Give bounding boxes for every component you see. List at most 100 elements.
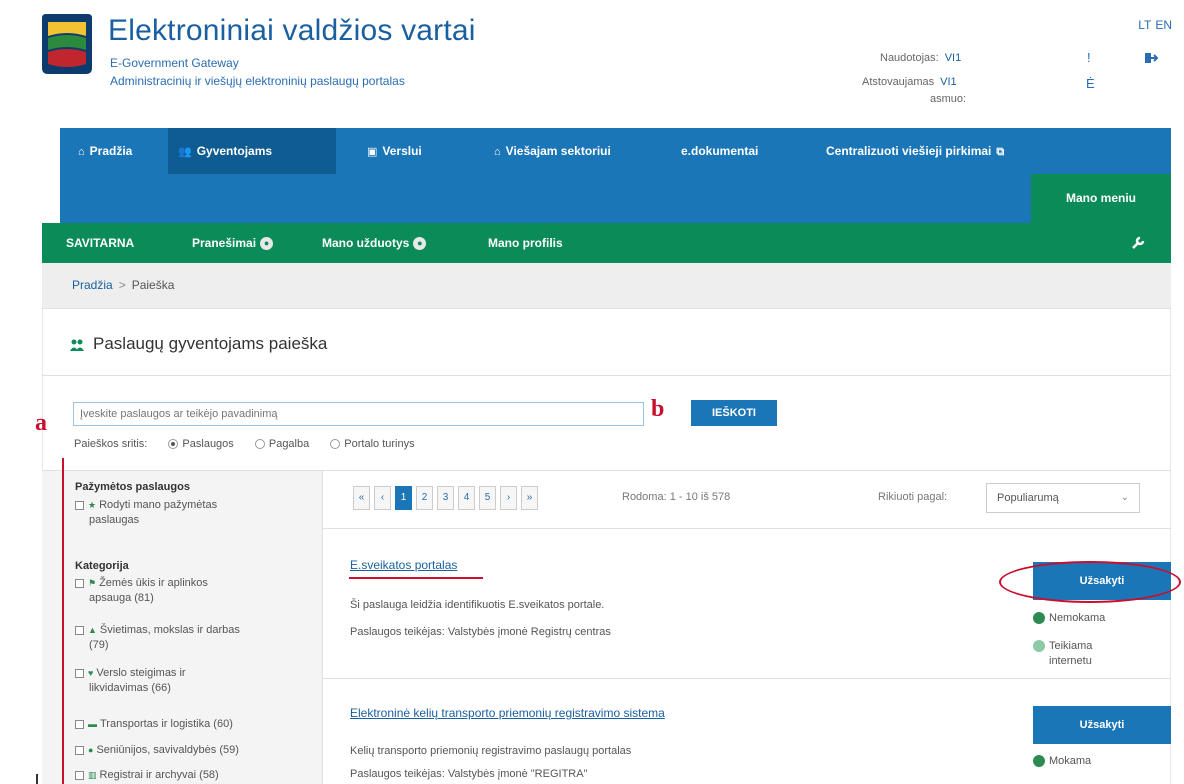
filter-marked-services[interactable]: ★ Rodyti mano pažymėtas paslaugas bbox=[75, 498, 305, 528]
page-prev[interactable]: ‹ bbox=[374, 486, 391, 510]
page-1[interactable]: 1 bbox=[395, 486, 412, 510]
nav-viesajam-sektoriui[interactable]: ⌂ Viešajam sektoriui bbox=[484, 128, 621, 174]
breadcrumb-home[interactable]: Pradžia bbox=[72, 278, 113, 292]
category-item[interactable]: ▬ Transportas ir logistika (60) bbox=[75, 717, 305, 732]
business-icon: ♥ bbox=[88, 668, 94, 678]
flag-icon: ⚑ bbox=[88, 578, 97, 588]
count-badge: ● bbox=[260, 237, 274, 251]
page-last[interactable]: » bbox=[521, 486, 538, 510]
nav-centralizuoti-pirkimai[interactable]: Centralizuoti viešieji pirkimai ⧉ bbox=[816, 128, 1019, 174]
paid-icon bbox=[1033, 755, 1045, 768]
site-subtitle-en: E-Government Gateway bbox=[110, 56, 239, 70]
chevron-down-icon: ⌄ bbox=[1120, 492, 1129, 503]
checkbox[interactable] bbox=[75, 578, 84, 588]
checkbox[interactable] bbox=[75, 625, 84, 635]
annotation-ellipse bbox=[999, 561, 1181, 603]
category-item[interactable]: ▥ Registrai ir archyvai (58) bbox=[75, 768, 305, 783]
nav-pradzia[interactable]: ⌂ Pradžia bbox=[68, 128, 142, 174]
result-provider: Paslaugos teikėjas: Valstybės įmonė Regi… bbox=[350, 626, 611, 638]
page-4[interactable]: 4 bbox=[458, 486, 475, 510]
result-provider: Paslaugos teikėjas: Valstybės įmonė "REG… bbox=[350, 768, 588, 780]
annotation-underline bbox=[349, 577, 483, 579]
lang-lt[interactable]: LT bbox=[1138, 18, 1151, 32]
count-badge: ● bbox=[413, 237, 427, 251]
graduation-cap-icon: ▲ bbox=[88, 625, 97, 635]
result-title[interactable]: E.sveikatos portalas bbox=[350, 558, 457, 572]
page-first[interactable]: « bbox=[353, 486, 370, 510]
rep-row: Atstovaujamas VI1 bbox=[862, 76, 957, 88]
result-description: Ši paslauga leidžia identifikuotis E.sve… bbox=[350, 599, 605, 611]
annotation-a: a bbox=[35, 410, 47, 436]
checkbox[interactable] bbox=[75, 719, 84, 729]
rep-value[interactable]: VI1 bbox=[940, 76, 957, 88]
subnav-pranesimai[interactable]: Pranešimai ● bbox=[192, 223, 274, 263]
radio-paslaugos[interactable] bbox=[168, 439, 179, 450]
breadcrumb-current: Paieška bbox=[131, 278, 175, 292]
briefcase-icon: ▣ bbox=[367, 146, 378, 158]
scope-label: Paieškos sritis: bbox=[74, 438, 148, 450]
annotation-b: b bbox=[651, 396, 665, 422]
people-icon: 👥 bbox=[178, 146, 192, 158]
category-heading: Kategorija bbox=[75, 560, 129, 572]
user-row: Naudotojas: VI1 bbox=[880, 52, 961, 64]
subnav-savitarna[interactable]: SAVITARNA bbox=[66, 223, 134, 263]
truck-icon: ▬ bbox=[88, 719, 97, 729]
notice-link[interactable]: ! bbox=[1087, 50, 1091, 65]
page-2[interactable]: 2 bbox=[416, 486, 433, 510]
checkbox[interactable] bbox=[75, 668, 84, 678]
category-item[interactable]: ▲ Švietimas, mokslas ir darbas (79) bbox=[75, 623, 305, 653]
wrench-icon[interactable] bbox=[1131, 236, 1145, 250]
annotation-line bbox=[62, 458, 64, 784]
divider bbox=[42, 375, 1171, 376]
divider bbox=[323, 528, 1171, 529]
rep-label-2: asmuo: bbox=[930, 93, 967, 105]
order-button[interactable]: Užsakyti bbox=[1033, 706, 1171, 744]
nav-edokumentai[interactable]: e.dokumentai bbox=[671, 128, 768, 174]
user-label: Naudotojas: bbox=[880, 52, 939, 64]
category-item[interactable]: ♥ Verslo steigimas ir likvidavimas (66) bbox=[75, 666, 305, 696]
radio-pagalba[interactable] bbox=[254, 439, 265, 450]
self-service-bar: SAVITARNA Pranešimai ● Mano užduotys ● Man… bbox=[42, 223, 1171, 263]
result-title[interactable]: Elektroninė kelių transporto priemonių r… bbox=[350, 706, 665, 720]
category-item[interactable]: ● Seniūnijos, savivaldybės (59) bbox=[75, 743, 305, 758]
annotation-tick bbox=[36, 774, 38, 784]
people-icon bbox=[70, 339, 84, 351]
result-description: Kelių transporto priemonių registravimo … bbox=[350, 745, 632, 757]
category-item[interactable]: ⚑ Žemės ūkis ir aplinkos apsauga (81) bbox=[75, 576, 305, 606]
page-next[interactable]: › bbox=[500, 486, 517, 510]
checkbox[interactable] bbox=[75, 500, 84, 510]
logout-icon[interactable] bbox=[1145, 52, 1159, 64]
nav-gyventojams[interactable]: 👥 Gyventojams bbox=[168, 128, 336, 174]
home-icon: ⌂ bbox=[78, 146, 85, 158]
delivery-tag-line2: internetu bbox=[1049, 655, 1092, 667]
pagination: « ‹ 1 2 3 4 5 › » bbox=[353, 486, 538, 510]
sort-value: Populiarumą bbox=[997, 492, 1059, 504]
subnav-mano-profilis[interactable]: Mano profilis bbox=[488, 223, 563, 263]
page-5[interactable]: 5 bbox=[479, 486, 496, 510]
archive-icon: ▥ bbox=[88, 770, 97, 780]
sort-label: Rikiuoti pagal: bbox=[878, 491, 948, 503]
search-button[interactable]: IEŠKOTI bbox=[691, 400, 777, 426]
search-input[interactable] bbox=[73, 402, 644, 426]
site-title[interactable]: Elektroniniai valdžios vartai bbox=[108, 14, 476, 48]
page-3[interactable]: 3 bbox=[437, 486, 454, 510]
free-icon bbox=[1033, 612, 1045, 625]
delivery-tag: Teikiama bbox=[1033, 640, 1092, 653]
mano-meniu-tab[interactable]: Mano meniu bbox=[1031, 174, 1171, 223]
external-link-icon: ⧉ bbox=[996, 146, 1005, 158]
accessibility-link[interactable]: Ė bbox=[1086, 76, 1095, 91]
checkbox[interactable] bbox=[75, 770, 84, 780]
rep-label: Atstovaujamas bbox=[862, 76, 935, 88]
nav-verslui[interactable]: ▣ Verslui bbox=[357, 128, 432, 174]
sort-select[interactable]: Populiarumą ⌄ bbox=[986, 483, 1140, 513]
coat-of-arms-logo[interactable] bbox=[38, 12, 96, 78]
star-icon: ★ bbox=[88, 500, 97, 510]
checkbox[interactable] bbox=[75, 745, 84, 755]
breadcrumb-bar: Pradžia > Paieška bbox=[42, 263, 1171, 309]
user-value[interactable]: VI1 bbox=[945, 52, 962, 64]
main-navigation: ⌂ Pradžia 👥 Gyventojams ▣ Verslui ⌂ Viešajam… bbox=[60, 128, 1171, 223]
radio-portalo-turinys[interactable] bbox=[330, 439, 341, 450]
lang-en[interactable]: EN bbox=[1155, 18, 1172, 32]
subnav-mano-uzduotys[interactable]: Mano užduotys ● bbox=[322, 223, 427, 263]
site-subtitle-lt: Administracinių ir viešųjų elektroninių … bbox=[110, 74, 405, 88]
